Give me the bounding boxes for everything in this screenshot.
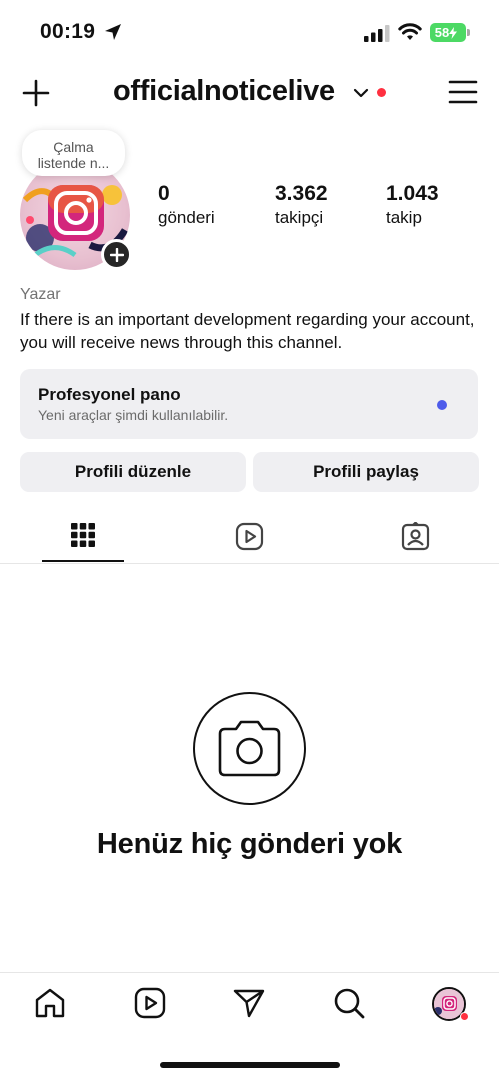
stat-following[interactable]: 1.043 takip (386, 182, 439, 228)
edit-profile-button[interactable]: Profili düzenle (20, 452, 246, 492)
stat-posts-label: gönderi (158, 208, 215, 227)
send-icon[interactable] (232, 986, 266, 1020)
battery-indicator: 58 (430, 23, 466, 42)
battery-level: 58 (434, 25, 450, 40)
plus-icon (109, 247, 124, 262)
empty-state-camera-circle (193, 692, 306, 805)
bottom-nav-divider (0, 972, 499, 973)
pro-dashboard-title: Profesyonel pano (38, 385, 181, 404)
add-story-button[interactable] (101, 239, 132, 270)
chevron-down-icon[interactable] (352, 86, 370, 100)
account-username[interactable]: officialnoticelive (113, 75, 335, 108)
status-time: 00:19 (40, 20, 96, 43)
empty-state-title: Henüz hiç gönderi yok (96, 828, 403, 860)
profile-note-bubble[interactable]: Çalma listende n... (22, 130, 125, 176)
location-arrow-icon (105, 24, 121, 40)
camera-icon (218, 720, 281, 777)
stat-followers-value: 3.362 (275, 182, 328, 205)
tagged-icon[interactable] (401, 522, 430, 551)
reels-nav-icon[interactable] (133, 986, 167, 1020)
stat-following-label: takip (386, 208, 422, 227)
home-icon[interactable] (33, 986, 67, 1020)
tab-active-indicator (42, 560, 124, 562)
battery-tip (467, 29, 470, 36)
stat-followers[interactable]: 3.362 takipçi (275, 182, 328, 228)
menu-hamburger-icon[interactable] (448, 79, 478, 105)
stat-followers-label: takipçi (275, 208, 324, 227)
stat-posts-value: 0 (158, 182, 170, 205)
share-profile-button[interactable]: Profili paylaş (253, 452, 479, 492)
profile-category: Yazar (20, 286, 61, 303)
create-plus-icon[interactable] (20, 77, 52, 109)
stat-following-value: 1.043 (386, 182, 439, 205)
pro-dashboard-subtitle: Yeni araçlar şimdi kullanılabilir. (38, 407, 229, 423)
stat-posts[interactable]: 0 gönderi (158, 182, 215, 228)
grid-icon[interactable] (70, 522, 96, 548)
tabs-divider (0, 563, 499, 564)
search-icon[interactable] (332, 986, 366, 1020)
reels-icon[interactable] (235, 522, 264, 551)
home-indicator (160, 1062, 340, 1068)
charging-bolt-icon (449, 26, 458, 39)
profile-bio: If there is an important development reg… (20, 310, 475, 352)
wifi-icon (398, 23, 422, 40)
account-notification-dot (377, 88, 386, 97)
cellular-signal-icon (364, 25, 390, 42)
profile-notification-dot (460, 1012, 469, 1021)
pro-dashboard-new-dot (437, 400, 447, 410)
